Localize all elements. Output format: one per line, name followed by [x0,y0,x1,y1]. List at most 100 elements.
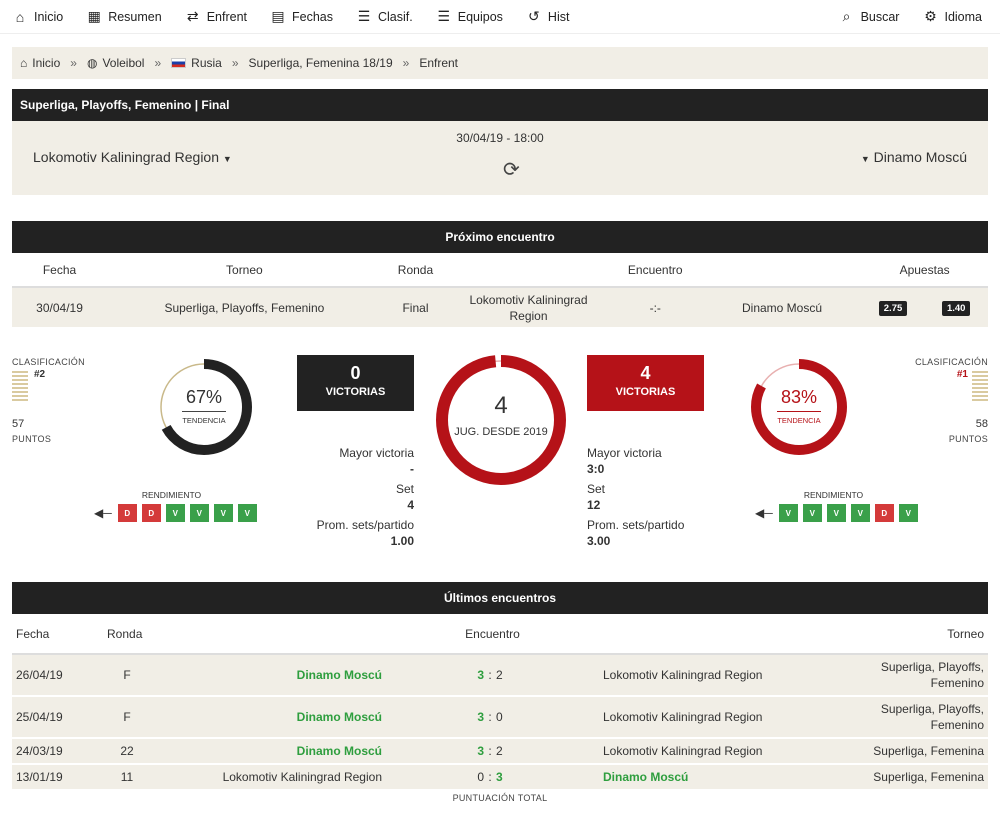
match-datetime: 30/04/19 - 18:00 [456,131,544,145]
dashboard-icon: ▦ [87,8,101,24]
arrow-left-icon: ◀─ [94,506,112,520]
home-rank-bars [12,371,28,403]
away-points: 58 [975,418,988,430]
last-matches-table: Fecha Ronda Encuentro Torneo 26/04/19 F Di… [12,614,988,791]
form-result-badge: V [801,503,823,523]
home-icon: ⌂ [20,56,28,70]
home-form: ◀─ D D V V V V [94,503,258,523]
table-row[interactable]: 26/04/19 F Dinamo Moscú 3:2 Lokomotiv Kalini… [12,654,988,697]
language-button[interactable]: ⚙ Idioma [922,8,982,25]
home-tendency-pct: 67% [185,387,223,407]
search-button[interactable]: ⌕ Buscar [839,8,900,25]
match-teams: Lokomotiv Kaliningrad Region ▼ 30/04/19 … [12,121,988,195]
nav-item-0[interactable]: ⌂ Inicio [12,8,63,25]
away-tendency-pct: 83% [780,387,818,407]
nav-item-label: Resumen [108,9,162,24]
home-stat-list: Mayor victoria - Set 4 Prom. sets/partid… [316,446,414,548]
gear-icon: ⚙ [924,8,937,24]
total-score-label: PUNTUACIÓN TOTAL [452,793,548,803]
nav-item-label: Inicio [34,9,64,24]
match-header: Superliga, Playoffs, Femenino | Final [12,89,988,121]
home-icon: ⌂ [15,8,25,25]
away-wins-box: 4 VICTORIAS [587,355,704,411]
chevron-down-icon: ▼ [222,154,232,164]
home-clasificacion-label: CLASIFICACIÓN [12,357,85,367]
away-stat-list: Mayor victoria 3:0 Set 12 Prom. sets/par… [587,446,685,548]
nav-item-label: Fechas [292,9,333,24]
breadcrumb-country[interactable]: Rusia [171,56,222,70]
form-result-badge: D [116,503,138,523]
away-rank-bars [972,371,988,403]
form-result-badge: V [212,503,234,523]
form-result-badge: V [777,503,799,523]
games-label: JUG. DESDE 2019 [454,426,548,438]
form-result-badge: V [825,503,847,523]
home-tendency-ring: 67% TENDENCIA [156,359,252,455]
away-rank: #1 [956,369,968,380]
breadcrumb-sport[interactable]: ◍ Voleibol [87,56,145,70]
form-result-badge: D [873,503,895,523]
away-clasificacion-label: CLASIFICACIÓN [915,357,988,367]
home-rendimiento-label: RENDIMIENTO [141,490,202,500]
away-team-select[interactable]: ▼ Dinamo Moscú [861,149,967,165]
next-match-table: Fecha Torneo Ronda Encuentro Apuestas 30… [12,253,988,327]
nav-item-label: Equipos [457,9,503,24]
russia-flag-icon [171,58,187,68]
history-icon: ↺ [528,8,540,24]
refresh-icon[interactable]: ⟳ [503,157,520,182]
table-row[interactable]: 13/01/19 11 Lokomotiv Kaliningrad Region 0:… [12,764,988,791]
form-result-badge: V [849,503,871,523]
chevron-down-icon: ▼ [860,154,870,164]
away-form: ◀─ V V V V D V [755,503,919,523]
form-result-badge: D [140,503,162,523]
volleyball-icon: ◍ [86,56,98,70]
form-result-badge: V [897,503,919,523]
away-rendimiento-label: RENDIMIENTO [803,490,864,500]
home-points: 57 [12,418,25,430]
calendar-icon: ▤ [271,8,285,24]
breadcrumb-current: Enfrent [419,56,459,70]
arrow-left-icon: ◀─ [755,506,773,520]
home-wins-box: 0 VICTORIAS [297,355,414,411]
breadcrumb: ⌂ Inicio » ◍ Voleibol » Rusia » Superliga,… [12,47,988,79]
last-matches-title: Últimos encuentros [12,582,988,614]
table-row[interactable]: 25/04/19 F Dinamo Moscú 3:0 Lokomotiv Kalini… [12,696,988,739]
search-icon: ⌕ [842,8,851,24]
form-result-badge: V [236,503,258,523]
home-points-label: PUNTOS [12,434,52,444]
nav-item-5[interactable]: ☰ Equipos [436,8,503,25]
next-match-title: Próximo encuentro [12,221,988,253]
breadcrumb-league[interactable]: Superliga, Femenina 18/19 [249,56,393,70]
breadcrumb-home[interactable]: ⌂ Inicio [20,56,60,70]
language-label: Idioma [944,9,982,24]
games-ring: 4 JUG. DESDE 2019 [436,355,566,485]
ring-fill [436,355,566,485]
home-team-select[interactable]: Lokomotiv Kaliningrad Region ▼ [33,149,232,165]
nav-items: ⌂ Inicio ▦ Resumen ⇄ Enfrent ▤ Fechas ☰ Clasif. ☰ E… [12,8,592,25]
nav-item-2[interactable]: ⇄ Enfrent [185,8,247,25]
list-icon: ☰ [357,8,371,24]
nav-item-1[interactable]: ▦ Resumen [86,8,162,25]
head-to-head-stats: CLASIFICACIÓN #2 57 PUNTOS 67% TENDENCIA… [12,327,988,582]
form-result-badge: V [188,503,210,523]
games-count: 4 [494,392,508,419]
table-row[interactable]: 24/03/19 22 Dinamo Moscú 3:2 Lokomotiv Kalin… [12,738,988,765]
table-row[interactable]: 30/04/19 Superliga, Playoffs, Femenino F… [12,287,988,327]
away-tendency-ring: 83% TENDENCIA [751,359,847,455]
nav-item-label: Enfrent [206,9,247,24]
nav-item-label: Clasif. [378,9,413,24]
nav-item-3[interactable]: ▤ Fechas [270,8,333,25]
form-result-badge: V [164,503,186,523]
odd-badge[interactable]: 2.75 [878,300,908,316]
nav-item-4[interactable]: ☰ Clasif. [356,8,413,25]
search-label: Buscar [860,9,900,24]
away-points-label: PUNTOS [948,434,988,444]
nav-item-6[interactable]: ↺ Hist [526,8,570,25]
list-icon: ☰ [437,8,451,24]
versus-icon: ⇄ [186,8,199,24]
home-rank: #2 [34,369,46,380]
nav-item-label: Hist [547,9,570,24]
odd-badge[interactable]: 1.40 [941,300,971,316]
games-ring-svg [436,355,566,485]
top-nav: ⌂ Inicio ▦ Resumen ⇄ Enfrent ▤ Fechas ☰ Clasif. ☰ E… [0,0,1000,34]
